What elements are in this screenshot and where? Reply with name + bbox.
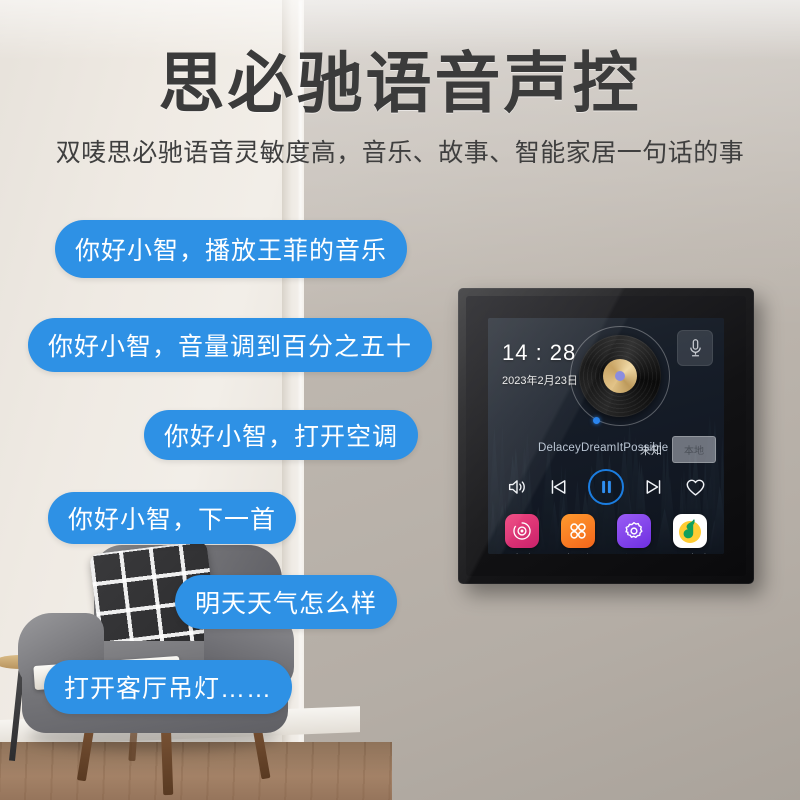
app-grid-icon — [561, 514, 595, 548]
voice-command-bubble: 明天天气怎么样 — [175, 575, 398, 629]
app-shortcut-settings[interactable]: 设置 — [611, 514, 657, 554]
panel-screen[interactable]: 14 : 28 2023年2月23日 DelaceyDreamItPossibl… — [488, 318, 724, 554]
next-track-button[interactable] — [640, 474, 666, 500]
volume-icon — [508, 480, 525, 494]
voice-command-bubble: 你好小智，打开空调 — [144, 410, 419, 460]
app-grid-icon-glyph — [570, 523, 586, 539]
voice-command-bubble: 你好小智，下一首 — [48, 492, 297, 544]
audio-source-button[interactable]: 本地 — [672, 436, 716, 463]
vinyl-center-label — [603, 359, 637, 393]
next-track-icon — [646, 480, 661, 494]
microphone-icon — [689, 338, 701, 356]
voice-command-bubble: 你好小智，音量调到百分之五十 — [28, 318, 433, 372]
heart-icon — [686, 479, 704, 496]
volume-button[interactable] — [504, 474, 530, 500]
qq-music-icon-glyph — [679, 519, 701, 543]
clock-time: 14 : 28 — [502, 340, 577, 365]
app-shortcuts: 音乐 应用库 — [488, 514, 724, 554]
pause-icon — [601, 480, 611, 494]
vinyl-record — [579, 335, 661, 417]
clock-date: 2023年2月23日 — [502, 375, 578, 387]
app-label: 应用库 — [564, 551, 593, 554]
track-artist: 未知 — [640, 445, 662, 457]
voice-command-bubble: 打开客厅吊灯…… — [44, 660, 293, 714]
app-label: 音乐 — [512, 551, 531, 554]
page-subtitle: 双唛思必驰语音灵敏度高，音乐、故事、智能家居一句话的事 — [55, 139, 745, 167]
play-pause-button[interactable] — [588, 469, 624, 505]
wall-music-panel: 14 : 28 2023年2月23日 DelaceyDreamItPossibl… — [458, 288, 754, 584]
voice-command-bubble: 你好小智，播放王菲的音乐 — [55, 220, 408, 278]
app-label: QQ音乐 — [673, 551, 707, 554]
favorite-button[interactable] — [682, 474, 708, 500]
promo-image: 思必驰语音声控 双唛思必驰语音灵敏度高，音乐、故事、智能家居一句话的事 你好小智… — [0, 0, 800, 800]
playback-controls — [488, 466, 724, 508]
gear-icon — [617, 514, 651, 548]
vinyl-spindle-hole — [615, 371, 625, 381]
app-label: 设置 — [624, 551, 643, 554]
previous-track-button[interactable] — [546, 474, 572, 500]
page-title: 思必驰语音声控 — [158, 46, 642, 120]
playback-progress-handle[interactable] — [593, 417, 601, 425]
microphone-button[interactable] — [677, 330, 713, 366]
now-playing-bar: DelaceyDreamItPossible 未知 本地 — [488, 436, 724, 464]
disc-icon — [505, 514, 539, 548]
panel-bezel: 14 : 28 2023年2月23日 DelaceyDreamItPossibl… — [466, 296, 746, 576]
app-shortcut-music[interactable]: 音乐 — [499, 514, 545, 554]
disc-icon-glyph — [513, 522, 531, 540]
app-shortcut-qq-music[interactable]: QQ音乐 — [667, 514, 713, 554]
qq-music-icon — [673, 514, 707, 548]
previous-track-icon — [551, 480, 566, 494]
gear-icon-glyph — [625, 521, 643, 539]
album-art-area — [570, 326, 670, 426]
app-shortcut-library[interactable]: 应用库 — [555, 514, 601, 554]
